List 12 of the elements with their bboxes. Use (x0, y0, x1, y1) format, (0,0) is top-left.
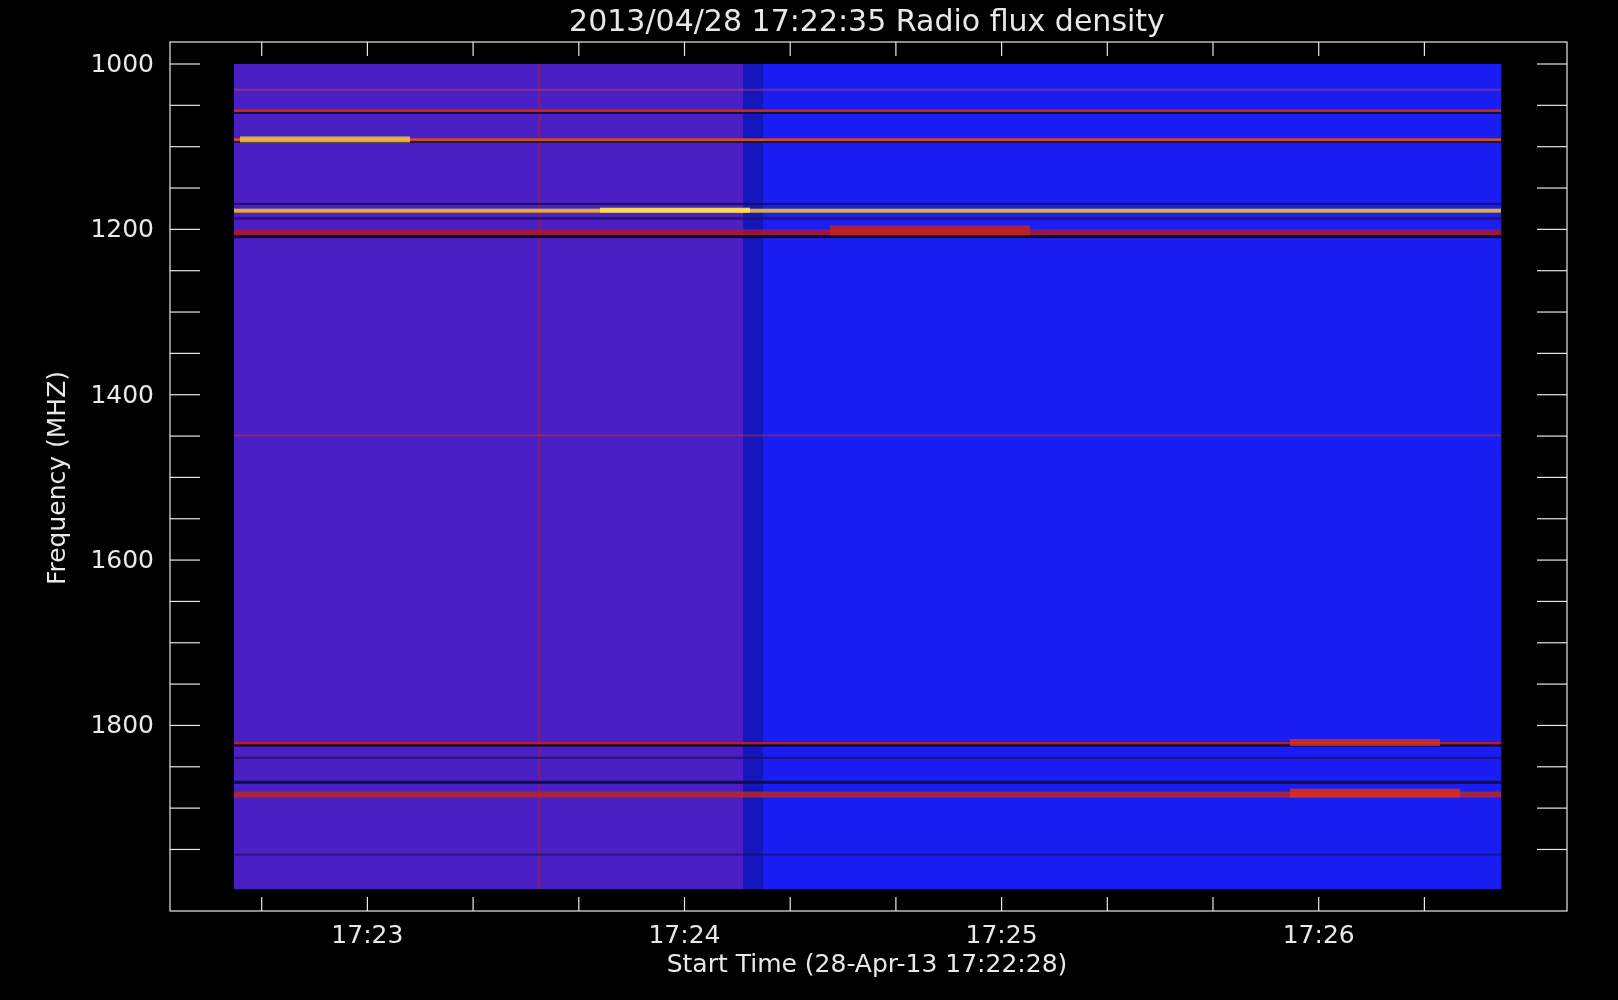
x-tick-label: 17:23 (330, 920, 405, 950)
x-tick-label: 17:26 (1281, 920, 1356, 950)
y-tick-label: 1000 (89, 49, 154, 79)
y-axis-label: Frequency (MHZ) (42, 369, 72, 588)
x-tick-label: 17:24 (647, 920, 722, 950)
y-tick-label: 1200 (89, 214, 154, 245)
y-tick-label: 1400 (89, 379, 154, 410)
y-tick-label: 1800 (89, 710, 154, 741)
x-tick-label: 17:25 (964, 920, 1039, 950)
chart-title: 2013/04/28 17:22:35 Radio flux density (568, 3, 1166, 39)
y-tick-label: 1600 (89, 545, 154, 576)
x-axis-label: Start Time (28-Apr-13 17:22:28) (665, 949, 1069, 979)
